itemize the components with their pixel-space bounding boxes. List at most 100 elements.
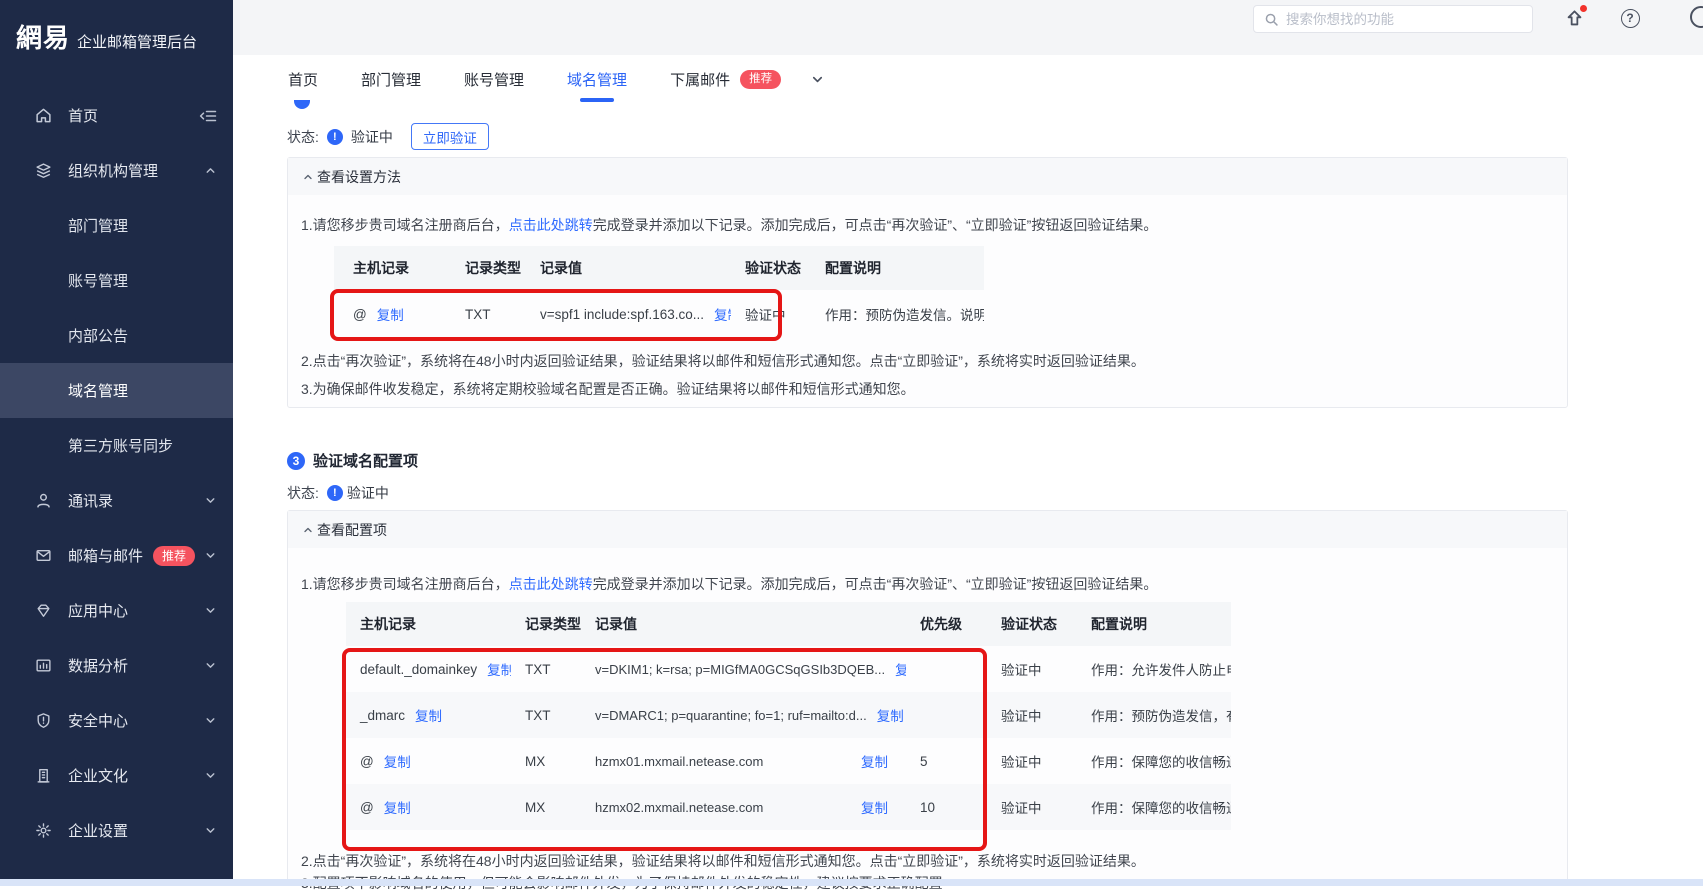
config-step2-note: 2.点击“再次验证”，系统将在48小时内返回验证结果，验证结果将以邮件和短信形式… bbox=[301, 851, 1145, 871]
host-record: _dmarc bbox=[360, 708, 405, 723]
setup-method-panel: 查看设置方法 1.请您移步贵司域名注册商后台，点击此处跳转完成登录并添加以下记录… bbox=[287, 157, 1568, 408]
copy-host-link[interactable]: 复制 bbox=[377, 304, 404, 324]
home-icon bbox=[33, 106, 53, 126]
main-area: ? 首页 部门管理 账号管理 域名管理 下属邮件 推荐 状态: ! 验证中 bbox=[233, 0, 1703, 886]
table-row-dmarc: _dmarc 复制 TXT v=DMARC1; p=quarantine; fo… bbox=[346, 692, 1231, 738]
page-content: 状态: ! 验证中 立即验证 查看设置方法 1.请您移步贵司域名注册商后台，点击… bbox=[233, 103, 1703, 886]
app-root: 網易 企业邮箱管理后台 首页 组织机构管理 bbox=[0, 0, 1703, 886]
config-desc: 作用：预防伪造发信。说明... bbox=[811, 304, 984, 324]
collapse-sidebar-icon[interactable] bbox=[199, 108, 217, 124]
jump-link[interactable]: 点击此处跳转 bbox=[509, 576, 593, 592]
chevron-down-icon bbox=[204, 549, 217, 562]
chevron-down-icon bbox=[204, 824, 217, 837]
tab-submail[interactable]: 下属邮件 推荐 bbox=[670, 69, 781, 90]
copy-value-link[interactable]: 复制 bbox=[714, 304, 731, 324]
recommend-badge: 推荐 bbox=[153, 546, 195, 566]
record-value: hzmx01.mxmail.netease.com bbox=[595, 754, 763, 769]
table-header-row: 主机记录 记录类型 记录值 验证状态 配置说明 bbox=[334, 246, 984, 290]
gem-icon bbox=[33, 601, 53, 621]
config-desc: 作用：保障您的收信畅通... bbox=[1066, 797, 1231, 817]
sidebar-item-security[interactable]: 安全中心 bbox=[0, 693, 233, 748]
top-tabs: 首页 部门管理 账号管理 域名管理 下属邮件 推荐 bbox=[233, 55, 1703, 103]
copy-host-link[interactable]: 复制 bbox=[415, 705, 442, 725]
spf-record-table: 主机记录 记录类型 记录值 验证状态 配置说明 @ 复制 TXT v=sp bbox=[334, 246, 984, 338]
step-3-badge: 3 bbox=[287, 452, 305, 470]
tab-home[interactable]: 首页 bbox=[288, 69, 318, 90]
chevron-up-icon bbox=[204, 164, 217, 177]
record-value: v=spf1 include:spf.163.co... bbox=[540, 307, 704, 322]
record-type: MX bbox=[511, 800, 581, 815]
copy-value-link[interactable]: 复制 bbox=[895, 659, 906, 679]
dns-config-table: 主机记录 记录类型 记录值 优先级 验证状态 配置说明 default._dom… bbox=[346, 602, 1231, 830]
tab-domain[interactable]: 域名管理 bbox=[567, 69, 627, 90]
headset-icon[interactable] bbox=[1690, 6, 1703, 28]
sidebar-item-apps[interactable]: 应用中心 bbox=[0, 583, 233, 638]
tab-account[interactable]: 账号管理 bbox=[464, 69, 524, 90]
sidebar-item-org[interactable]: 组织机构管理 bbox=[0, 143, 233, 198]
verify-status: 验证中 bbox=[976, 751, 1066, 771]
tabs-more-chevron-icon[interactable] bbox=[810, 72, 825, 87]
setup-method-panel-header[interactable]: 查看设置方法 bbox=[288, 158, 1567, 195]
table-header-row: 主机记录 记录类型 记录值 优先级 验证状态 配置说明 bbox=[346, 602, 1231, 646]
copy-value-link[interactable]: 复制 bbox=[877, 705, 904, 725]
copy-host-link[interactable]: 复制 bbox=[487, 659, 511, 679]
domain-verify-status-row: 状态: ! 验证中 立即验证 bbox=[287, 123, 489, 150]
copy-host-link[interactable]: 复制 bbox=[384, 797, 411, 817]
bottom-edge-strip bbox=[0, 879, 1703, 886]
gear-icon bbox=[33, 821, 53, 841]
help-icon[interactable]: ? bbox=[1619, 7, 1641, 29]
sidebar-item-analytics[interactable]: 数据分析 bbox=[0, 638, 233, 693]
copy-host-link[interactable]: 复制 bbox=[384, 751, 411, 771]
config-items-panel-header[interactable]: 查看配置项 bbox=[288, 511, 1567, 548]
global-search[interactable] bbox=[1253, 5, 1533, 33]
verify-now-button[interactable]: 立即验证 bbox=[411, 123, 489, 150]
jump-link[interactable]: 点击此处跳转 bbox=[509, 217, 593, 233]
section3-heading: 3 验证域名配置项 bbox=[287, 450, 418, 471]
sidebar-item-contacts[interactable]: 通讯录 bbox=[0, 473, 233, 528]
netease-logo: 網易 bbox=[16, 18, 70, 55]
status-value: 验证中 bbox=[351, 127, 393, 147]
sidebar-item-home[interactable]: 首页 bbox=[0, 88, 233, 143]
envelope-icon bbox=[33, 546, 53, 566]
search-input[interactable] bbox=[1286, 12, 1522, 27]
shield-icon bbox=[33, 711, 53, 731]
record-type: TXT bbox=[451, 307, 526, 322]
chevron-down-icon bbox=[204, 604, 217, 617]
table-row: @ 复制 TXT v=spf1 include:spf.163.co... 复制… bbox=[334, 290, 984, 338]
sidebar-nav: 首页 组织机构管理 部门管理 账号管理 内部公告 域名管理 第三方账号同步 bbox=[0, 88, 233, 858]
record-type: TXT bbox=[511, 708, 581, 723]
upgrade-icon[interactable] bbox=[1563, 7, 1585, 29]
info-status-icon: ! bbox=[327, 485, 343, 501]
record-value: hzmx02.mxmail.netease.com bbox=[595, 800, 763, 815]
host-record: @ bbox=[360, 754, 374, 769]
collapse-caret-icon bbox=[302, 524, 314, 536]
config-verify-status-row: 状态: ! 验证中 bbox=[287, 483, 389, 503]
config-step1-note: 1.请您移步贵司域名注册商后台，点击此处跳转完成登录并添加以下记录。添加完成后，… bbox=[301, 574, 1157, 594]
config-desc: 作用：预防伪造发信，有... bbox=[1066, 705, 1231, 725]
priority: 10 bbox=[906, 800, 976, 815]
setup-step3-note: 3.为确保邮件收发稳定，系统将定期校验域名配置是否正确。验证结果将以邮件和短信形… bbox=[301, 379, 915, 399]
recommend-badge: 推荐 bbox=[740, 70, 781, 89]
tab-dept[interactable]: 部门管理 bbox=[361, 69, 421, 90]
sidebar: 網易 企业邮箱管理后台 首页 组织机构管理 bbox=[0, 0, 233, 886]
chevron-down-icon bbox=[204, 714, 217, 727]
sidebar-item-account[interactable]: 账号管理 bbox=[0, 253, 233, 308]
topbar: ? bbox=[233, 0, 1703, 55]
sidebar-item-thirdparty[interactable]: 第三方账号同步 bbox=[0, 418, 233, 473]
record-value: v=DKIM1; k=rsa; p=MIGfMA0GCSqGSIb3DQEB..… bbox=[595, 662, 885, 677]
sidebar-item-notice[interactable]: 内部公告 bbox=[0, 308, 233, 363]
sidebar-item-domain[interactable]: 域名管理 bbox=[0, 363, 233, 418]
sidebar-item-settings[interactable]: 企业设置 bbox=[0, 803, 233, 858]
info-status-icon: ! bbox=[327, 129, 343, 145]
sidebar-item-culture[interactable]: 企业文化 bbox=[0, 748, 233, 803]
host-record: @ bbox=[353, 307, 367, 322]
copy-value-link[interactable]: 复制 bbox=[861, 797, 888, 817]
collapse-caret-icon bbox=[302, 171, 314, 183]
host-record: default._domainkey bbox=[360, 662, 477, 677]
copy-value-link[interactable]: 复制 bbox=[861, 751, 888, 771]
sidebar-item-dept[interactable]: 部门管理 bbox=[0, 198, 233, 253]
brand: 網易 企业邮箱管理后台 bbox=[0, 0, 233, 55]
record-type: MX bbox=[511, 754, 581, 769]
brand-title: 企业邮箱管理后台 bbox=[77, 31, 197, 52]
sidebar-item-mail[interactable]: 邮箱与邮件 推荐 bbox=[0, 528, 233, 583]
